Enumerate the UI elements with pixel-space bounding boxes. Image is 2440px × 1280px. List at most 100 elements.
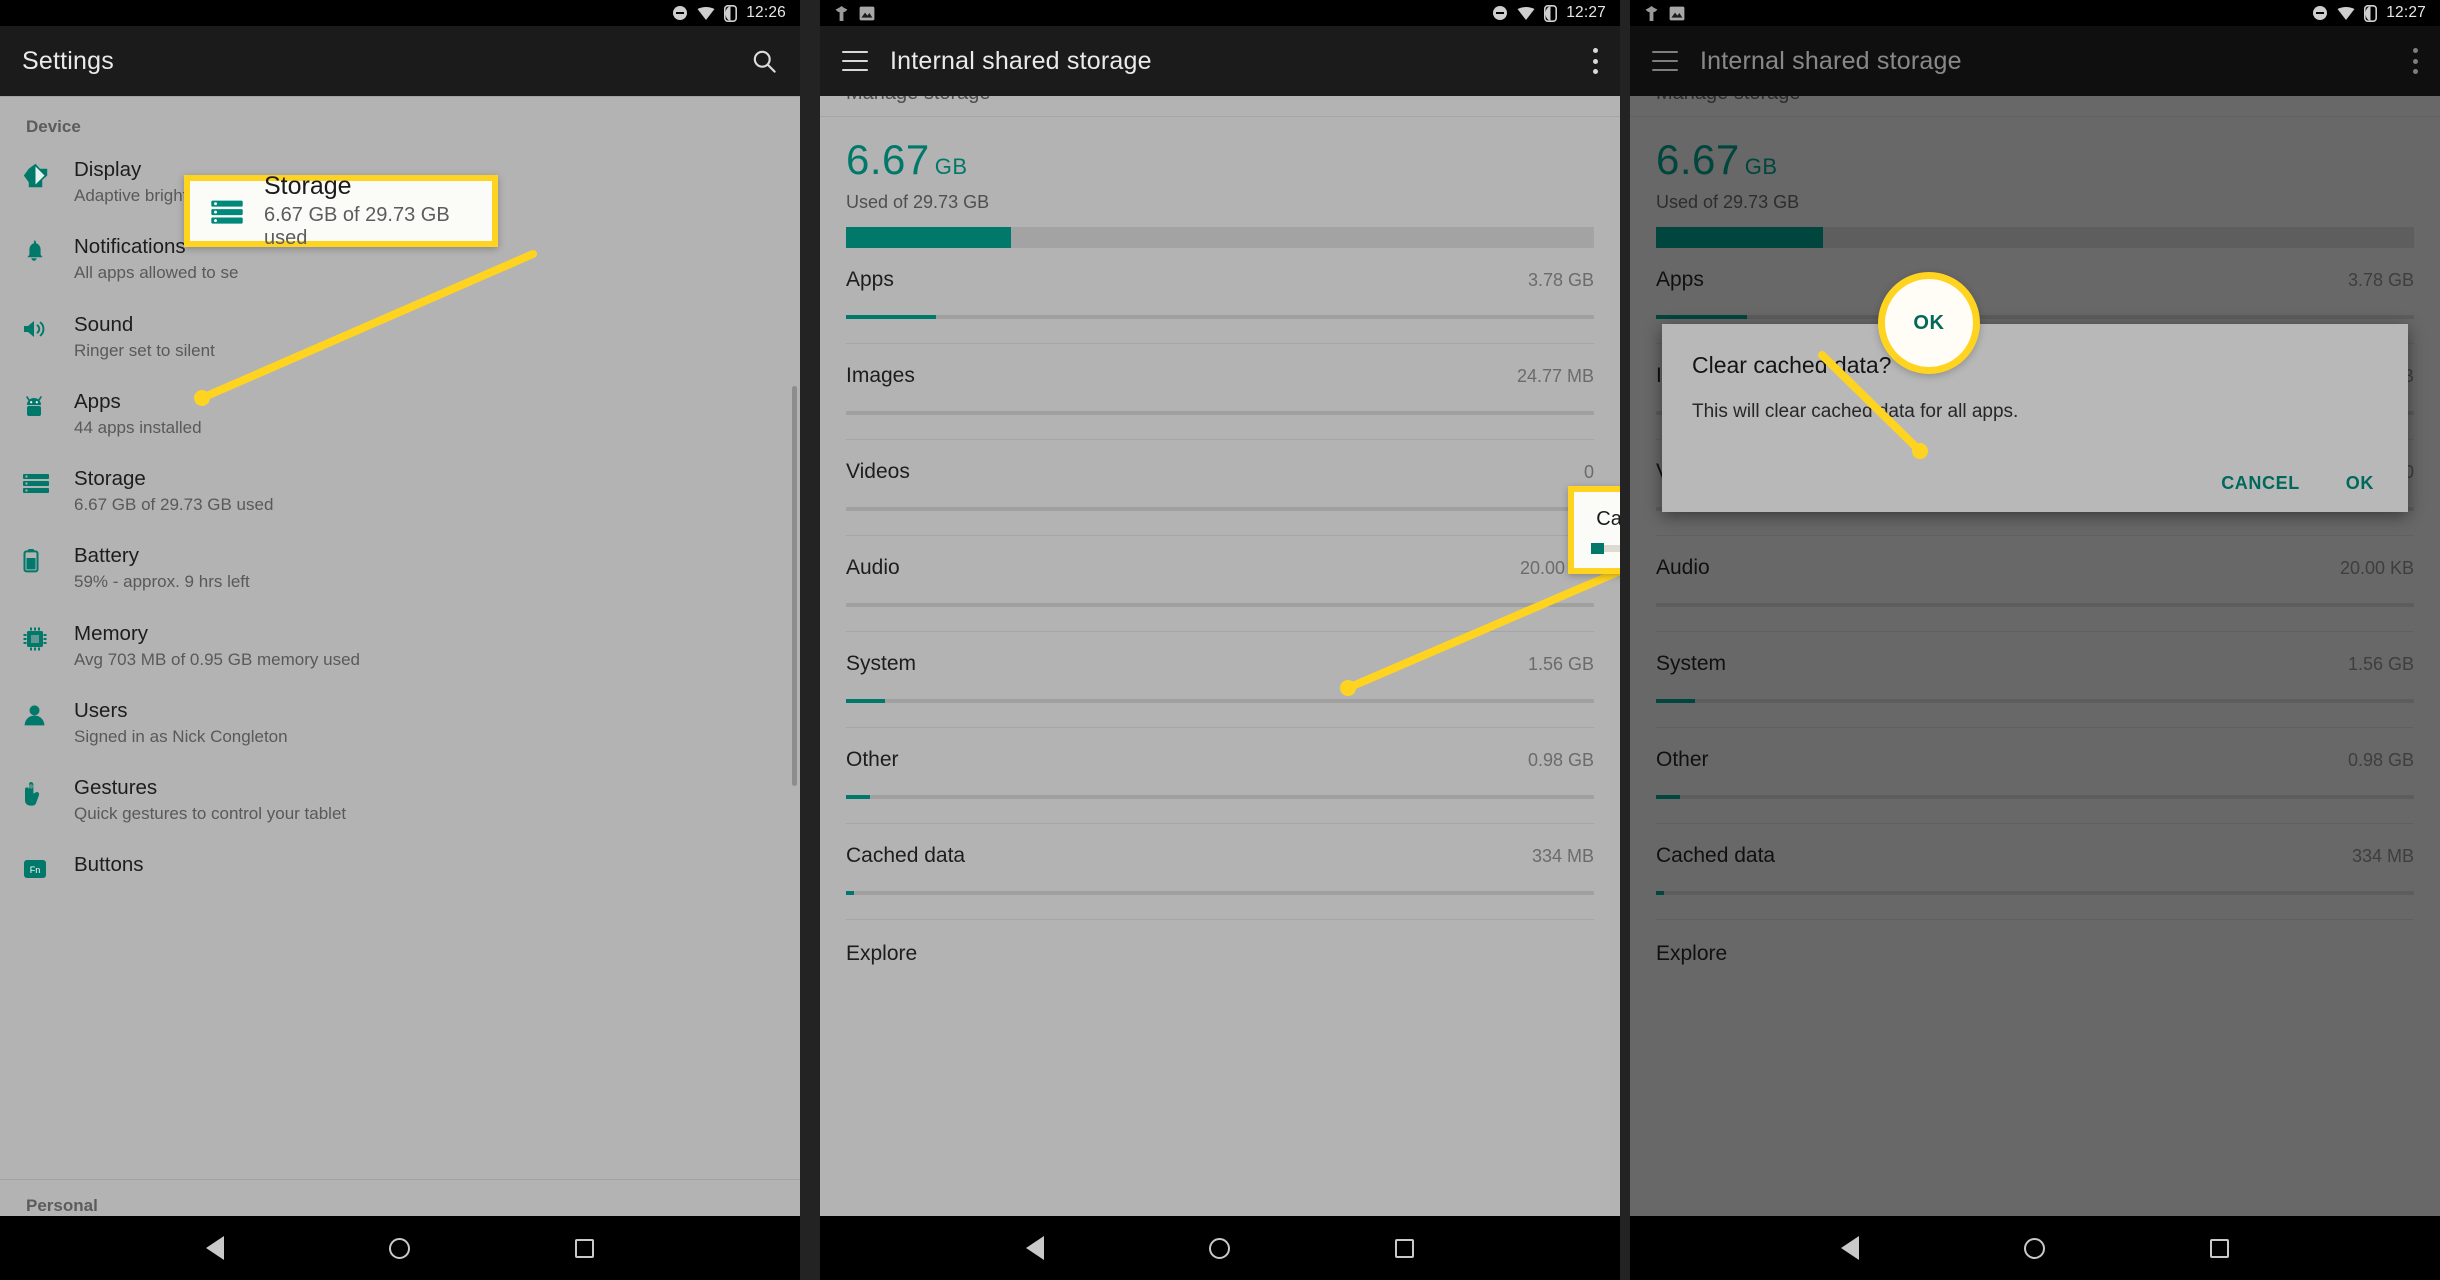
panel-separator-2 (1620, 0, 1630, 1280)
screenshot-stage: 12:26 Settings Device Display Adaptive b… (0, 0, 2440, 1280)
recents-icon[interactable] (575, 1238, 594, 1258)
storage-row-cached-data[interactable]: Cached data 334 MB (820, 824, 1620, 920)
gesture-icon (22, 775, 74, 807)
row-progress (846, 699, 1594, 703)
kebab-icon[interactable] (2412, 48, 2418, 74)
storage-row-explore[interactable]: Explore (1630, 920, 2440, 966)
storage-row-system[interactable]: System 1.56 GB (1630, 632, 2440, 728)
row-label: Audio (846, 556, 900, 579)
storage-row-audio[interactable]: Audio 20.00 KB (1630, 536, 2440, 632)
status-bar-right-icons: 12:27 (1492, 4, 1606, 22)
section-header-personal: Personal (26, 1196, 98, 1215)
total-unit: GB (1744, 154, 1778, 179)
storage-row-explore[interactable]: Explore (820, 920, 1620, 966)
callout-title: Cached data (1596, 508, 1620, 530)
storage-row-videos[interactable]: Videos 0 (820, 440, 1620, 536)
sidebar-item-text: Buttons (74, 852, 774, 877)
callout-title: Storage (264, 171, 352, 200)
row-label: Other (846, 748, 899, 771)
home-icon[interactable] (389, 1237, 410, 1259)
search-icon[interactable] (751, 48, 778, 75)
callout-label: OK (1913, 311, 1945, 334)
callout-ok-button: OK (1878, 272, 1980, 374)
row-progress (1656, 891, 2414, 895)
storage-total-bar (846, 227, 1594, 248)
screenshot-icon (859, 6, 875, 21)
row-progress (846, 795, 1594, 799)
sidebar-item-gestures[interactable]: Gestures Quick gestures to control your … (0, 761, 800, 838)
callout-progress-chip (1591, 543, 1620, 554)
sidebar-item-battery[interactable]: Battery 59% - approx. 9 hrs left (0, 529, 800, 606)
status-bar-right-icons: 12:26 (672, 4, 786, 22)
scrollbar[interactable] (792, 386, 797, 786)
storage-row-images[interactable]: Images 24.77 MB (820, 344, 1620, 440)
row-label: Images (846, 364, 915, 387)
back-icon[interactable] (206, 1236, 224, 1260)
row-value: 24.77 MB (1516, 366, 1594, 386)
row-progress (1656, 699, 2414, 703)
sidebar-item-sound[interactable]: Sound Ringer set to silent (0, 298, 800, 375)
battery-icon (22, 543, 74, 574)
manage-storage-label: Manage storage (1656, 96, 1801, 105)
total-number: 6.67 (1656, 136, 1740, 183)
hamburger-icon[interactable] (1652, 51, 1678, 71)
row-progress (1656, 603, 2414, 607)
ok-button[interactable]: OK (2346, 473, 2374, 494)
sidebar-item-text: Users Signed in as Nick Congleton (74, 698, 774, 747)
callout-storage: Storage 6.67 GB of 29.73 GB used (184, 172, 498, 249)
page-title: Settings (22, 46, 114, 75)
magisk-icon (834, 5, 849, 22)
sidebar-item-text: Apps 44 apps installed (74, 389, 774, 438)
cancel-button[interactable]: CANCEL (2221, 473, 2300, 494)
recents-icon[interactable] (2210, 1238, 2229, 1258)
callout-text: Storage 6.67 GB of 29.73 GB used (264, 172, 472, 251)
callout-cached-data: Cached data (1568, 486, 1620, 574)
volume-icon (22, 312, 74, 341)
total-unit: GB (934, 154, 968, 179)
app-bar: Internal shared storage (1630, 26, 2440, 96)
dnd-icon (672, 5, 688, 21)
sidebar-item-label: Battery (74, 544, 139, 568)
storage-row-system[interactable]: System 1.56 GB (820, 632, 1620, 728)
row-line: Apps 3.78 GB (846, 268, 1594, 292)
memory-chip-icon (22, 621, 74, 652)
clipped-manage-storage-label: Manage storage (1630, 96, 2440, 116)
status-bar-right-icons: 12:27 (2312, 4, 2426, 22)
row-value: 3.78 GB (1527, 270, 1594, 290)
sidebar-item-text: Sound Ringer set to silent (74, 312, 774, 361)
row-progress (1656, 795, 2414, 799)
back-icon[interactable] (1841, 1236, 1859, 1260)
storage-row-other[interactable]: Other 0.98 GB (1630, 728, 2440, 824)
dialog-title: Clear cached data? (1692, 352, 1892, 378)
storage-row-audio[interactable]: Audio 20.00 KB (820, 536, 1620, 632)
sidebar-item-memory[interactable]: Memory Avg 703 MB of 0.95 GB memory used (0, 607, 800, 684)
home-icon[interactable] (2024, 1237, 2045, 1259)
sidebar-item-sublabel: 6.67 GB of 29.73 GB used (74, 495, 274, 514)
navigation-bar (820, 1216, 1620, 1280)
sidebar-item-users[interactable]: Users Signed in as Nick Congleton (0, 684, 800, 761)
battery-icon (724, 4, 738, 22)
row-value: 1.56 GB (1527, 654, 1594, 674)
sidebar-item-storage[interactable]: Storage 6.67 GB of 29.73 GB used (0, 452, 800, 529)
panel-internal-storage: 12:27 Internal shared storage Manage sto… (820, 0, 1620, 1280)
home-icon[interactable] (1209, 1237, 1230, 1259)
hamburger-icon[interactable] (842, 51, 868, 71)
dialog-message: This will clear cached data for all apps… (1692, 401, 2019, 422)
back-icon[interactable] (1026, 1236, 1044, 1260)
row-line: System 1.56 GB (1656, 652, 2414, 676)
kebab-icon[interactable] (1592, 48, 1598, 74)
battery-icon (1544, 4, 1558, 22)
sidebar-item-apps[interactable]: Apps 44 apps installed (0, 375, 800, 452)
row-label: System (1656, 652, 1727, 675)
storage-row-apps[interactable]: Apps 3.78 GB (820, 248, 1620, 344)
storage-row-other[interactable]: Other 0.98 GB (820, 728, 1620, 824)
storage-row-cached-data[interactable]: Cached data 334 MB (1630, 824, 2440, 920)
sidebar-item-buttons[interactable]: Fn Buttons (0, 838, 800, 895)
storage-total-value: 6.67 GB (846, 139, 1594, 181)
row-progress (846, 411, 1594, 415)
row-value: 0 (1583, 462, 1594, 482)
row-line: Audio 20.00 KB (1656, 556, 2414, 580)
row-value: 334 MB (1531, 846, 1594, 866)
recents-icon[interactable] (1395, 1238, 1414, 1258)
section-header-device: Device (26, 117, 81, 136)
